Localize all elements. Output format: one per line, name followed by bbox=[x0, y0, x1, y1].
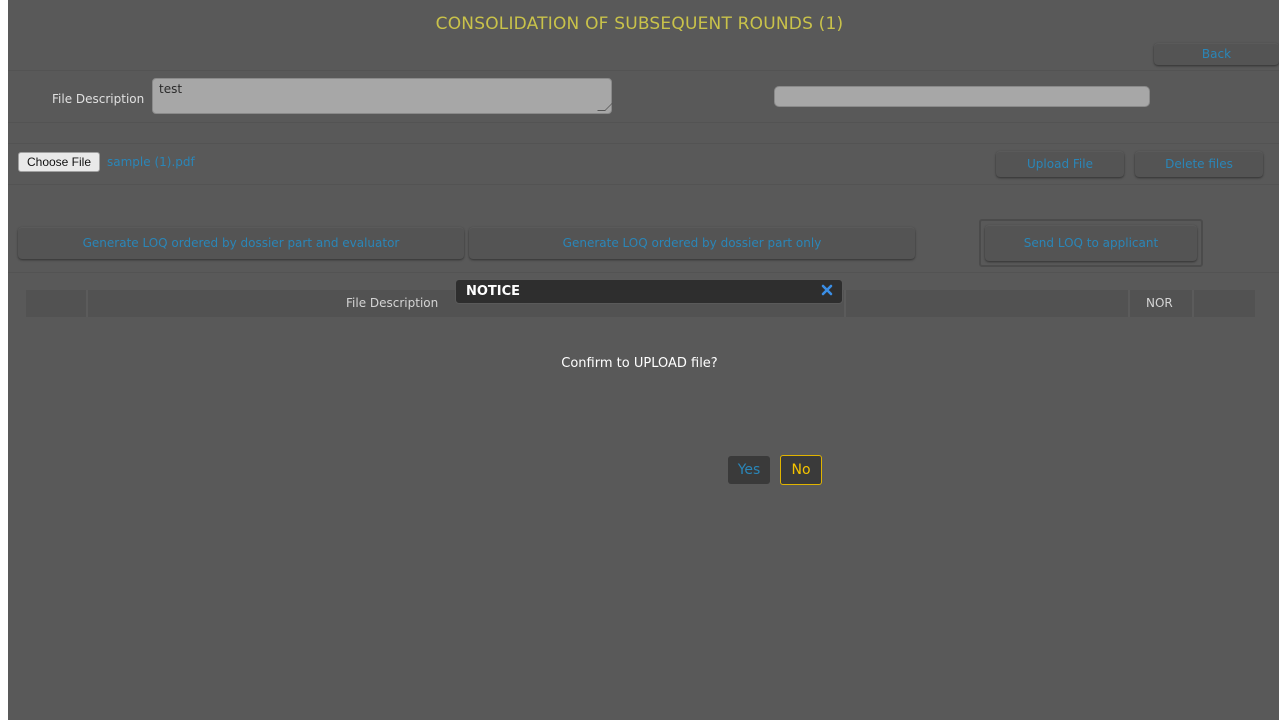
generate-loq-part-evaluator-button[interactable]: Generate LOQ ordered by dossier part and… bbox=[18, 227, 464, 259]
choose-file-button[interactable]: Choose File bbox=[18, 152, 100, 172]
generate-loq-part-only-button[interactable]: Generate LOQ ordered by dossier part onl… bbox=[469, 227, 915, 259]
send-loq-frame: Send LOQ to applicant bbox=[979, 219, 1203, 267]
column-separator bbox=[86, 290, 88, 317]
divider bbox=[8, 184, 1279, 185]
back-button[interactable]: Back bbox=[1154, 43, 1279, 65]
divider bbox=[8, 122, 1279, 123]
column-separator bbox=[844, 290, 846, 317]
divider bbox=[8, 70, 1279, 71]
divider bbox=[8, 143, 1279, 144]
dialog-message: Confirm to UPLOAD file? bbox=[561, 356, 718, 371]
column-header-file-description[interactable]: File Description bbox=[346, 296, 438, 310]
dialog-title: NOTICE bbox=[466, 284, 521, 299]
close-icon[interactable] bbox=[820, 283, 834, 297]
page-title: CONSOLIDATION OF SUBSEQUENT ROUNDS (1) bbox=[435, 14, 844, 34]
page-background: CONSOLIDATION OF SUBSEQUENT ROUNDS (1) B… bbox=[8, 0, 1279, 720]
delete-files-button[interactable]: Delete files bbox=[1135, 151, 1263, 177]
file-description-input[interactable]: test bbox=[152, 78, 613, 114]
file-description-value: test bbox=[159, 82, 183, 96]
column-separator bbox=[1192, 290, 1194, 317]
file-description-label: File Description bbox=[52, 92, 145, 106]
upload-file-button[interactable]: Upload File bbox=[996, 151, 1124, 177]
column-header-nor[interactable]: NOR bbox=[1146, 296, 1173, 310]
no-button[interactable]: No bbox=[780, 455, 822, 485]
notice-dialog-titlebar[interactable]: NOTICE bbox=[455, 279, 843, 304]
divider bbox=[8, 272, 1279, 273]
column-separator bbox=[1128, 290, 1130, 317]
yes-button[interactable]: Yes bbox=[728, 456, 770, 484]
selected-file-name: sample (1).pdf bbox=[107, 155, 195, 169]
send-loq-button[interactable]: Send LOQ to applicant bbox=[985, 225, 1197, 261]
secondary-input[interactable] bbox=[774, 86, 1150, 107]
resize-grip-icon[interactable] bbox=[597, 103, 613, 111]
